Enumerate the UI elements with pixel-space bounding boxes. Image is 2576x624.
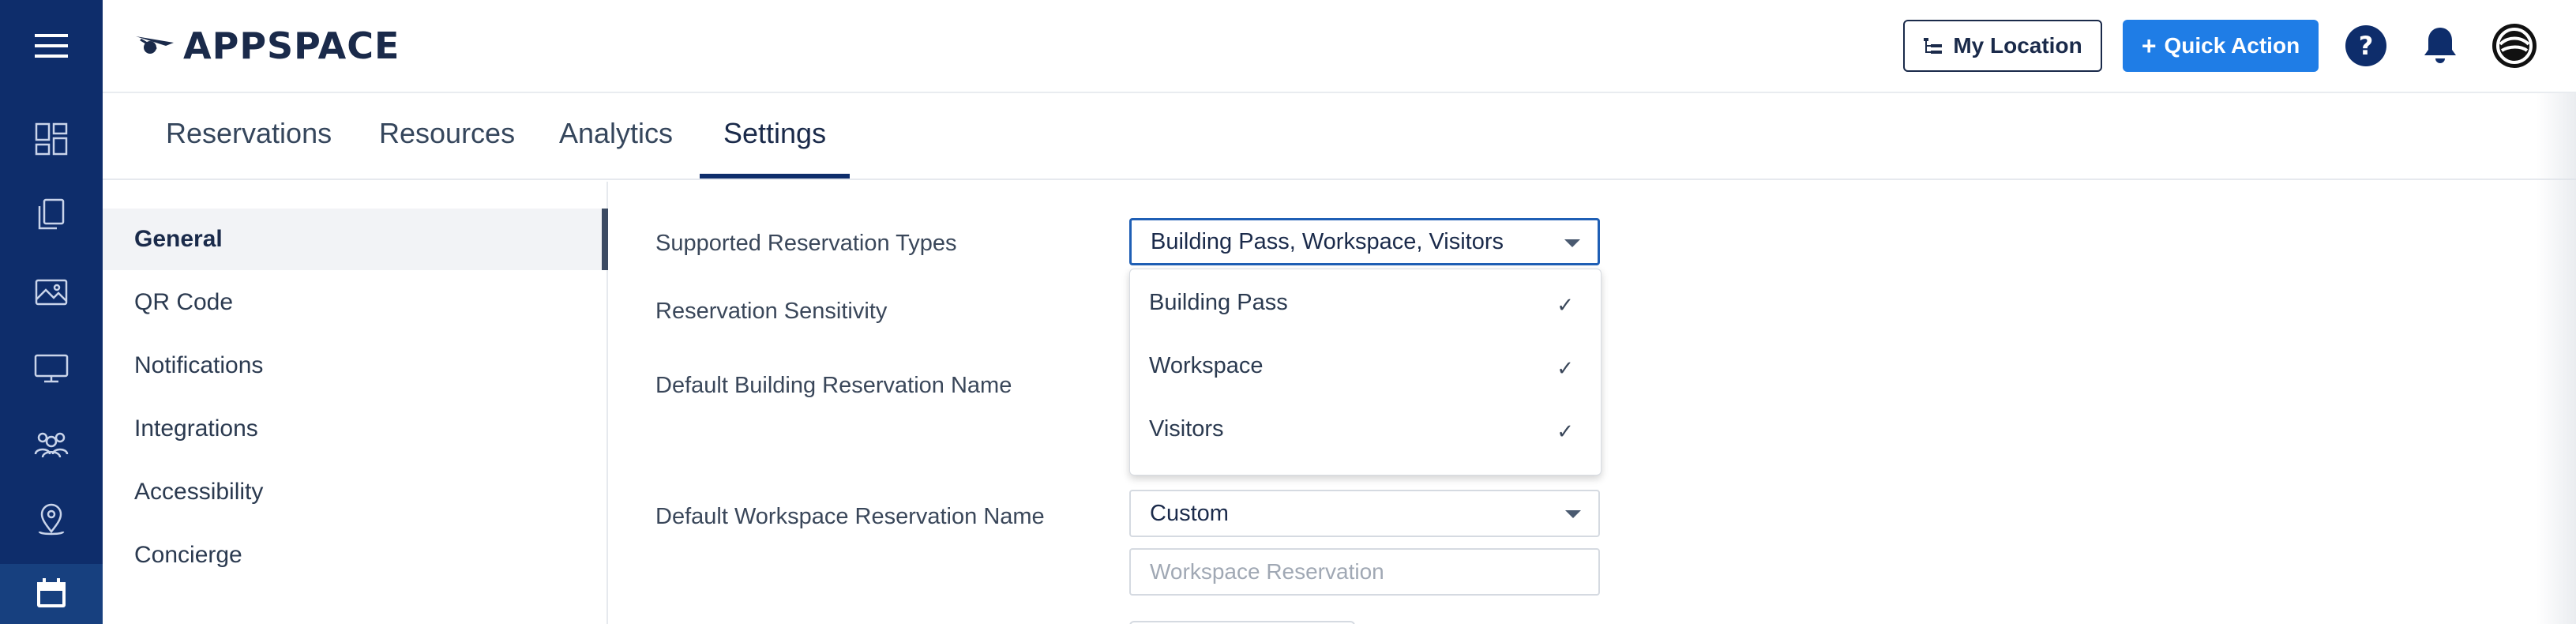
rail-dashboard[interactable] [0,107,103,171]
supported-types-value: Building Pass, Workspace, Visitors [1151,228,1504,254]
dashboard-icon [35,122,68,156]
help-button[interactable]: ? [2342,22,2390,70]
sensitivity-label: Reservation Sensitivity [655,299,888,324]
supported-types-select[interactable]: Building Pass, Workspace, Visitors [1129,218,1600,265]
reservation-types-dropdown: Building Pass ✓ Workspace ✓ Visitors ✓ [1129,269,1602,476]
subnav-item-accessibility[interactable]: Accessibility [103,461,608,523]
checkmark-icon: ✓ [1556,356,1574,380]
rail-reservations[interactable] [0,564,103,624]
appspace-logo[interactable]: APPSPACE [134,24,400,68]
option-visitors[interactable]: Visitors ✓ [1130,397,1601,460]
supported-types-label: Supported Reservation Types [655,231,957,256]
subnav-item-qr-code[interactable]: QR Code [103,272,608,333]
user-avatar-button[interactable] [2491,22,2538,70]
tab-reservations[interactable]: Reservations [166,117,332,150]
subnav-item-integrations[interactable]: Integrations [103,398,608,460]
option-label: Building Pass [1149,289,1288,315]
main-tabs: Reservations Resources Analytics Setting… [103,93,2576,180]
notifications-button[interactable] [2416,22,2464,70]
quick-action-button[interactable]: + Quick Action [2123,20,2319,72]
menu-icon [35,34,68,58]
option-building-pass[interactable]: Building Pass ✓ [1130,271,1601,334]
checkmark-icon: ✓ [1556,419,1574,443]
active-tab-indicator [700,174,850,179]
option-label: Visitors [1149,415,1224,442]
rail-people[interactable] [0,412,103,476]
option-label: Workspace [1149,352,1264,378]
monitor-icon [34,354,69,383]
tab-analytics[interactable]: Analytics [559,117,673,150]
logo-text: APPSPACE [183,24,400,67]
help-icon: ? [2345,25,2386,66]
svg-text:?: ? [2359,31,2374,61]
subnav-item-notifications[interactable]: Notifications [103,335,608,397]
bell-icon [2424,28,2456,63]
tab-resources[interactable]: Resources [379,117,515,150]
calendar-icon [37,578,66,607]
window-edge-shadow [2537,93,2576,624]
menu-button[interactable] [0,14,103,77]
subnav-item-concierge[interactable]: Concierge [103,524,608,586]
rail-displays[interactable] [0,336,103,400]
chevron-down-icon [1564,239,1580,247]
content-library-icon [38,198,65,230]
logo-mark-icon [136,36,174,54]
chevron-down-icon [1565,510,1581,518]
workspace-name-select[interactable]: Custom [1129,490,1600,537]
checkmark-icon: ✓ [1556,293,1574,317]
settings-subnav: General QR Code Notifications Integratio… [103,182,608,624]
top-header: APPSPACE My Location + Quick Action ? [103,0,2576,93]
workspace-name-input[interactable]: Workspace Reservation [1129,548,1600,596]
rail-content-library[interactable] [0,183,103,246]
tab-settings[interactable]: Settings [723,117,826,150]
plus-icon: + [2141,31,2157,60]
building-name-label: Default Building Reservation Name [655,373,1012,398]
option-workspace[interactable]: Workspace ✓ [1130,334,1601,397]
my-location-label: My Location [1953,33,2082,58]
workspace-name-value: Custom [1150,500,1229,526]
left-navigation-rail [0,0,103,624]
location-pin-icon [38,503,65,536]
quick-action-label: Quick Action [2164,33,2300,58]
rail-locations[interactable] [0,488,103,551]
location-tree-icon [1924,38,1943,54]
people-icon [34,432,69,458]
settings-general-form: Supported Reservation Types Building Pas… [608,182,2576,624]
my-location-button[interactable]: My Location [1903,20,2102,72]
subnav-item-general[interactable]: General [103,209,608,270]
workspace-name-label: Default Workspace Reservation Name [655,504,1045,529]
rail-image-gallery[interactable] [0,261,103,324]
next-field-edge [1129,621,1355,624]
avatar-icon [2492,24,2537,68]
image-gallery-icon [35,279,68,306]
